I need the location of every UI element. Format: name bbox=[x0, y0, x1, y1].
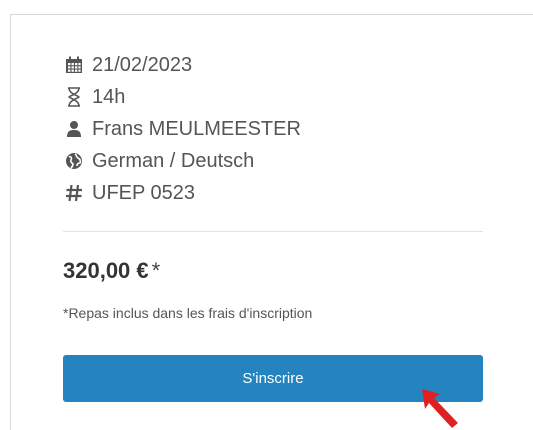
price-asterisk: * bbox=[151, 258, 161, 283]
divider bbox=[63, 231, 483, 232]
user-icon bbox=[63, 118, 85, 140]
price-amount: 320,00 € bbox=[63, 258, 149, 283]
course-language: German / Deutsch bbox=[92, 149, 255, 172]
price-note: *Repas inclus dans les frais d'inscripti… bbox=[63, 305, 313, 321]
hourglass-icon bbox=[63, 86, 85, 108]
course-trainer-row: Frans MEULMEESTER bbox=[63, 113, 301, 145]
course-date: 21/02/2023 bbox=[92, 53, 193, 76]
course-code-row: UFEP 0523 bbox=[63, 177, 301, 209]
pointer-arrow-icon bbox=[422, 389, 458, 428]
course-code: UFEP 0523 bbox=[92, 181, 196, 204]
price: 320,00 € * bbox=[63, 258, 160, 284]
course-duration-row: 14h bbox=[63, 81, 301, 113]
calendar-icon bbox=[63, 54, 85, 76]
course-language-row: German / Deutsch bbox=[63, 145, 301, 177]
globe-icon bbox=[63, 150, 85, 172]
course-duration: 14h bbox=[92, 85, 126, 108]
hash-icon bbox=[63, 182, 85, 204]
course-date-row: 21/02/2023 bbox=[63, 49, 301, 81]
course-info-list: 21/02/2023 14h Frans MEULMEESTER German … bbox=[63, 49, 301, 209]
register-button-label: S'inscrire bbox=[242, 370, 304, 387]
course-trainer: Frans MEULMEESTER bbox=[92, 117, 301, 140]
